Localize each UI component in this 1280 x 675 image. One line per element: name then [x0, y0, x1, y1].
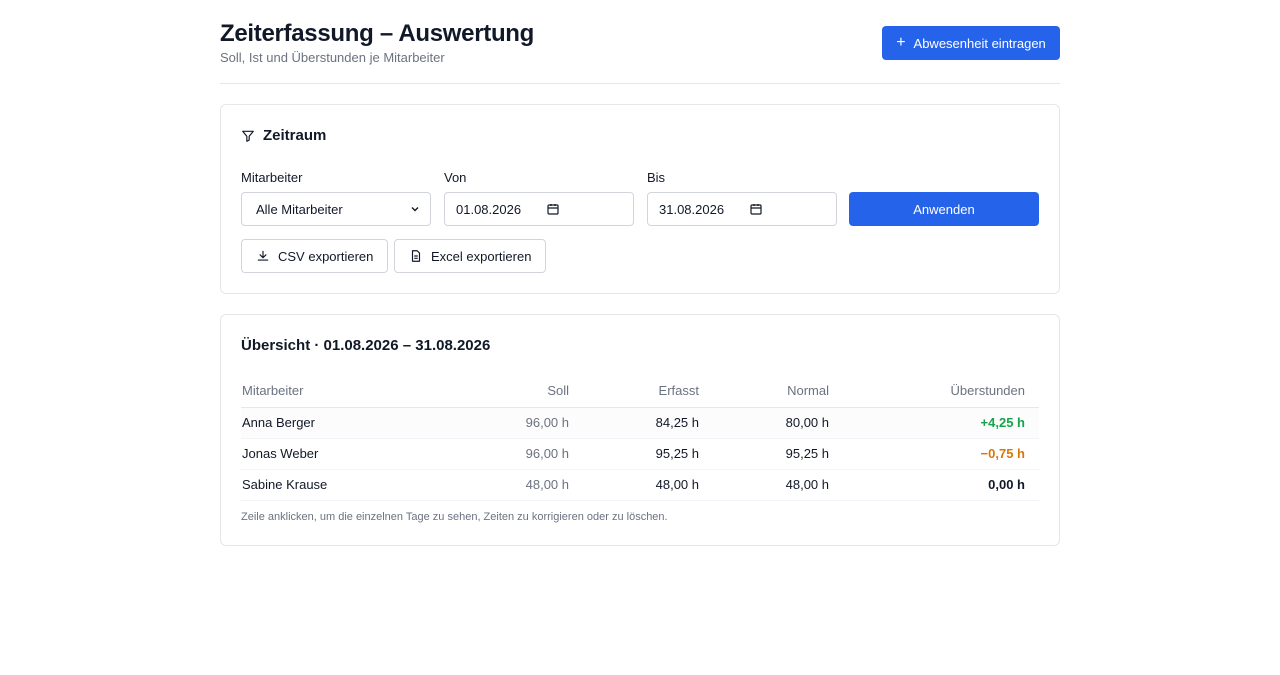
- plus-icon: +: [896, 33, 906, 51]
- cell-soll: 96,00 h: [441, 407, 583, 439]
- cell-soll: 96,00 h: [441, 438, 583, 470]
- from-date-value: 01.08.2026: [456, 201, 522, 217]
- column-header-soll: Soll: [441, 375, 583, 408]
- column-header-normal: Normal: [713, 375, 843, 408]
- add-absence-label: Abwesenheit eintragen: [913, 35, 1046, 51]
- filter-card: Zeitraum Mitarbeiter Alle Mitarbeiter Vo…: [220, 104, 1060, 294]
- filter-icon: [242, 130, 254, 142]
- calendar-icon[interactable]: [750, 203, 762, 215]
- filter-title: Zeitraum: [263, 127, 327, 144]
- to-date-input[interactable]: 31.08.2026: [647, 192, 837, 226]
- employee-label: Mitarbeiter: [241, 170, 303, 185]
- from-label: Von: [444, 170, 467, 185]
- excel-export-button[interactable]: Excel exportieren: [394, 239, 547, 273]
- add-absence-button[interactable]: + Abwesenheit eintragen: [882, 26, 1060, 60]
- cell-normal: 95,25 h: [713, 438, 843, 470]
- calendar-icon[interactable]: [547, 203, 559, 215]
- overview-card: Übersicht · 01.08.2026 – 31.08.2026 Mita…: [220, 314, 1060, 546]
- cell-name: Anna Berger: [241, 407, 441, 439]
- cell-soll: 48,00 h: [441, 469, 583, 501]
- column-header-mitarbeiter: Mitarbeiter: [241, 375, 441, 408]
- employee-select-value: Alle Mitarbeiter: [256, 201, 343, 217]
- cell-erfasst: 48,00 h: [583, 469, 713, 501]
- to-label: Bis: [647, 170, 666, 185]
- csv-export-button[interactable]: CSV exportieren: [241, 239, 389, 273]
- employee-select[interactable]: Alle Mitarbeiter: [241, 192, 431, 226]
- cell-name: Jonas Weber: [241, 438, 441, 470]
- overview-title: Übersicht · 01.08.2026 – 31.08.2026: [241, 337, 491, 354]
- to-date-value: 31.08.2026: [659, 201, 725, 217]
- cell-ueberstunden: 0,00 h: [843, 469, 1039, 501]
- page-title: Zeiterfassung – Auswertung: [220, 20, 535, 47]
- cell-erfasst: 95,25 h: [583, 438, 713, 470]
- document-icon: [411, 250, 421, 262]
- from-date-input[interactable]: 01.08.2026: [444, 192, 634, 226]
- table-hint: Zeile anklicken, um die einzelnen Tage z…: [241, 511, 668, 523]
- table-header-row: Mitarbeiter Soll Erfasst Normal Überstun…: [241, 375, 1039, 408]
- page-subtitle: Soll, Ist und Überstunden je Mitarbeiter: [220, 50, 445, 65]
- page: Zeiterfassung – Auswertung Soll, Ist und…: [220, 0, 1060, 546]
- download-icon: [257, 250, 269, 261]
- chevron-down-icon: [411, 207, 419, 212]
- cell-ueberstunden: +4,25 h: [843, 407, 1039, 439]
- table-row[interactable]: Jonas Weber 96,00 h 95,25 h 95,25 h −0,7…: [241, 438, 1039, 470]
- apply-button[interactable]: Anwenden: [849, 192, 1039, 226]
- table-row[interactable]: Anna Berger 96,00 h 84,25 h 80,00 h +4,2…: [241, 407, 1039, 439]
- overview-table: Mitarbeiter Soll Erfasst Normal Überstun…: [241, 375, 1039, 501]
- cell-normal: 48,00 h: [713, 469, 843, 501]
- column-header-ueberstunden: Überstunden: [843, 375, 1039, 408]
- csv-export-label: CSV exportieren: [278, 248, 374, 264]
- filter-card-title: Zeitraum: [241, 127, 326, 144]
- excel-export-label: Excel exportieren: [431, 248, 532, 264]
- cell-name: Sabine Krause: [241, 469, 441, 501]
- cell-erfasst: 84,25 h: [583, 407, 713, 439]
- cell-ueberstunden: −0,75 h: [843, 438, 1039, 470]
- column-header-erfasst: Erfasst: [583, 375, 713, 408]
- table-row[interactable]: Sabine Krause 48,00 h 48,00 h 48,00 h 0,…: [241, 469, 1039, 501]
- cell-normal: 80,00 h: [713, 407, 843, 439]
- page-header: Zeiterfassung – Auswertung Soll, Ist und…: [220, 0, 1060, 84]
